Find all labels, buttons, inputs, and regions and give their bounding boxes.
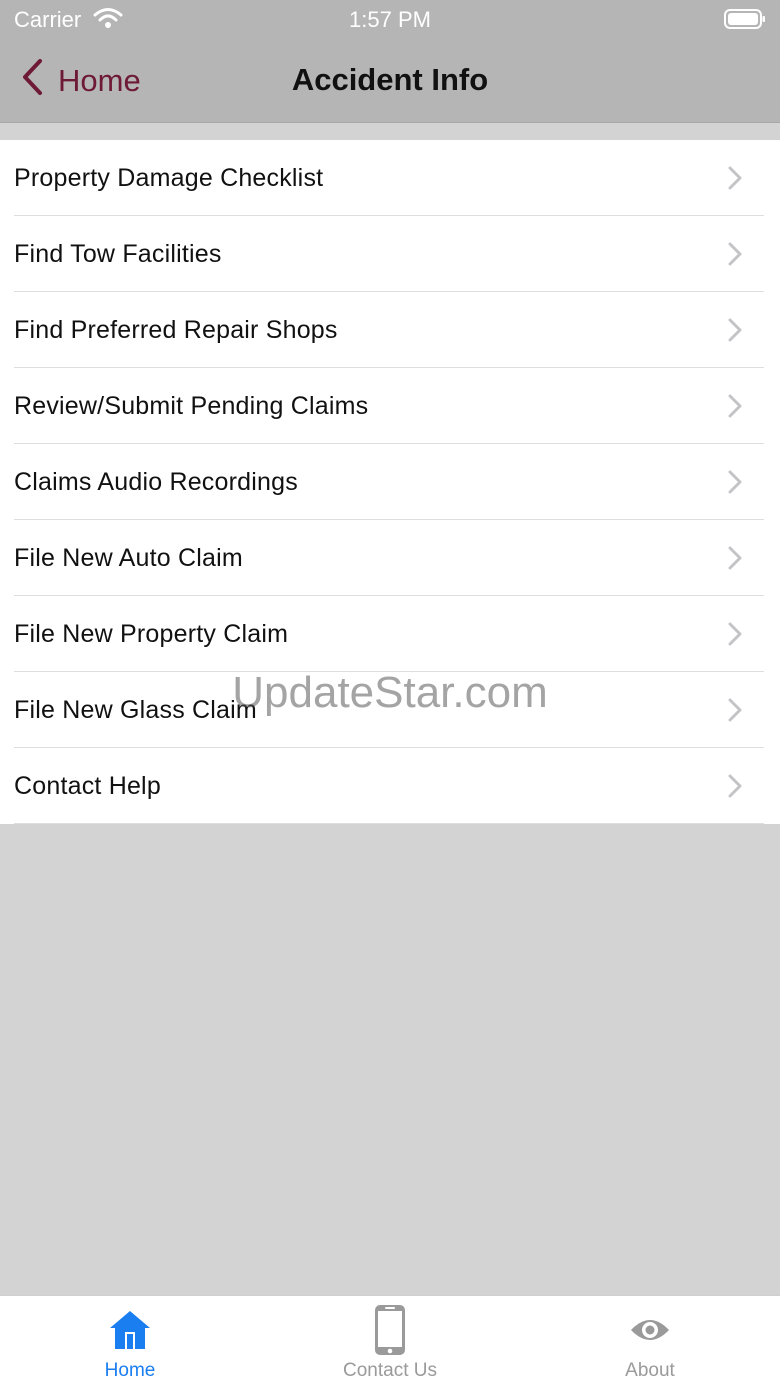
- chevron-right-icon: [728, 394, 742, 423]
- menu-item-review-submit-pending-claims[interactable]: Review/Submit Pending Claims: [0, 368, 780, 444]
- eye-icon: [629, 1304, 671, 1356]
- chevron-right-icon: [728, 242, 742, 271]
- menu-item-label: Property Damage Checklist: [14, 163, 324, 192]
- menu-item-claims-audio-recordings[interactable]: Claims Audio Recordings: [0, 444, 780, 520]
- menu-item-label: Find Preferred Repair Shops: [14, 315, 338, 344]
- menu-item-label: Contact Help: [14, 771, 161, 800]
- menu-item-file-new-glass-claim[interactable]: File New Glass Claim: [0, 672, 780, 748]
- chevron-right-icon: [728, 698, 742, 727]
- status-time: 1:57 PM: [349, 7, 431, 32]
- home-icon: [108, 1304, 152, 1356]
- tab-bar: Home Contact Us About: [0, 1295, 780, 1388]
- tab-label: About: [625, 1360, 675, 1381]
- back-button[interactable]: Home: [20, 40, 141, 122]
- chevron-left-icon: [20, 58, 58, 104]
- tab-contact-us[interactable]: Contact Us: [260, 1296, 520, 1388]
- menu-item-label: Review/Submit Pending Claims: [14, 391, 369, 420]
- menu-item-find-tow-facilities[interactable]: Find Tow Facilities: [0, 216, 780, 292]
- phone-icon: [373, 1304, 407, 1356]
- status-bar: Carrier 1:57 PM: [0, 0, 780, 40]
- navigation-bar: Accident Info Home: [0, 40, 780, 123]
- menu-item-file-new-auto-claim[interactable]: File New Auto Claim: [0, 520, 780, 596]
- battery-icon: [724, 9, 766, 35]
- back-button-label: Home: [58, 63, 141, 98]
- menu-item-label: File New Property Claim: [14, 619, 289, 648]
- menu-list: Property Damage Checklist Find Tow Facil…: [0, 140, 780, 824]
- menu-item-file-new-property-claim[interactable]: File New Property Claim: [0, 596, 780, 672]
- menu-item-label: Claims Audio Recordings: [14, 467, 298, 496]
- tab-about[interactable]: About: [520, 1296, 780, 1388]
- chevron-right-icon: [728, 546, 742, 575]
- chevron-right-icon: [728, 774, 742, 803]
- chevron-right-icon: [728, 166, 742, 195]
- tab-label: Home: [104, 1360, 156, 1381]
- menu-item-label: Find Tow Facilities: [14, 239, 222, 268]
- chevron-right-icon: [728, 470, 742, 499]
- menu-item-find-preferred-repair-shops[interactable]: Find Preferred Repair Shops: [0, 292, 780, 368]
- tab-label: Contact Us: [343, 1360, 437, 1381]
- menu-item-contact-help[interactable]: Contact Help: [0, 748, 780, 824]
- menu-item-label: File New Auto Claim: [14, 543, 243, 572]
- chevron-right-icon: [728, 318, 742, 347]
- chevron-right-icon: [728, 622, 742, 651]
- menu-item-label: File New Glass Claim: [14, 695, 257, 724]
- tab-home[interactable]: Home: [0, 1296, 260, 1388]
- menu-item-property-damage-checklist[interactable]: Property Damage Checklist: [0, 140, 780, 216]
